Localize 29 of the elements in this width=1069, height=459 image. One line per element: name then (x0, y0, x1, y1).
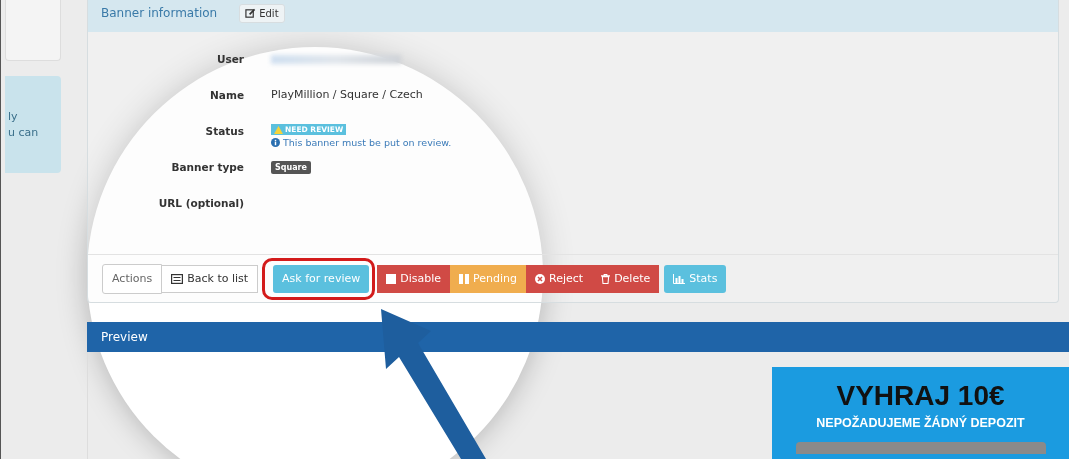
panel-title: Banner information (101, 6, 218, 20)
list-icon (171, 273, 184, 284)
ad-headline: VYHRAJ 10€ (836, 381, 1005, 411)
bar-chart-icon (673, 273, 686, 284)
field-label: Banner type (170, 160, 244, 175)
field-value: PlayMillion / Square / Czech (271, 88, 423, 102)
edit-button[interactable]: Edit (239, 3, 285, 23)
action-button[interactable]: Disable (377, 264, 451, 293)
warning-icon (274, 125, 283, 134)
square-icon (386, 273, 397, 284)
field-label: Name (209, 88, 244, 103)
preview-title: Preview (101, 330, 148, 344)
ad-subline: NEPOŽADUJEME ŽÁDNÝ DEPOZIT (816, 416, 1025, 430)
type-tag: Square (271, 161, 311, 174)
edit-icon (245, 7, 257, 19)
action-button[interactable]: Back to list (162, 264, 259, 293)
action-button[interactable]: Delete (592, 264, 660, 293)
notice-text: ly (8, 108, 18, 125)
close-circle-icon (535, 273, 545, 284)
trash-icon (601, 273, 611, 284)
field-label: Status (204, 124, 244, 139)
info-icon (271, 138, 280, 147)
field-label: URL (optional) (157, 196, 244, 211)
notice-text: u can (8, 124, 39, 141)
action-button[interactable]: Reject (526, 264, 593, 293)
actions-label: Actions (102, 263, 163, 294)
status-note: This banner must be put on review. (271, 137, 452, 148)
field-label: User (215, 52, 244, 67)
pause-icon (459, 273, 470, 284)
